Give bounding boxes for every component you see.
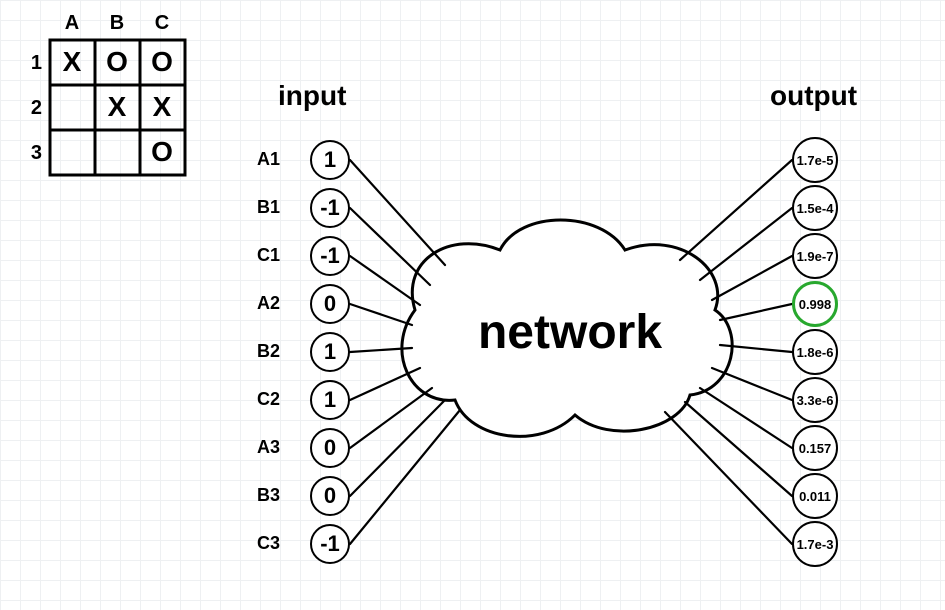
cell-B2: X <box>97 91 137 123</box>
output-value: 0.998 <box>799 297 832 312</box>
cell-A1: X <box>52 46 92 78</box>
output-node-2: 1.9e-7 <box>792 233 838 279</box>
input-value: 0 <box>324 483 336 509</box>
output-value: 0.011 <box>799 489 831 504</box>
input-label-A3: A3 <box>240 437 280 458</box>
cell-B1: O <box>97 46 137 78</box>
input-value: 0 <box>324 291 336 317</box>
input-label-B3: B3 <box>240 485 280 506</box>
input-node-A1: 1 <box>310 140 350 180</box>
input-label-A2: A2 <box>240 293 280 314</box>
output-value: 0.157 <box>799 441 832 456</box>
input-node-C1: -1 <box>310 236 350 276</box>
input-node-B3: 0 <box>310 476 350 516</box>
board-row-1: 1 <box>22 52 42 75</box>
input-label-B1: B1 <box>240 197 280 218</box>
input-label-C1: C1 <box>240 245 280 266</box>
diagram-stage: { "board": { "cols": ["A", "B", "C"], "r… <box>0 0 945 610</box>
output-node-6: 0.157 <box>792 425 838 471</box>
output-node-7: 0.011 <box>792 473 838 519</box>
input-value: 1 <box>324 147 336 173</box>
network-label: network <box>465 305 675 360</box>
input-label-B2: B2 <box>240 341 280 362</box>
board-col-B: B <box>97 12 137 35</box>
cell-C1: O <box>142 46 182 78</box>
output-value: 1.8e-6 <box>797 345 834 360</box>
board-col-C: C <box>142 12 182 35</box>
input-value: 1 <box>324 387 336 413</box>
output-node-5: 3.3e-6 <box>792 377 838 423</box>
board-col-A: A <box>52 12 92 35</box>
output-value: 1.9e-7 <box>797 249 834 264</box>
board-row-3: 3 <box>22 142 42 165</box>
cell-C3: O <box>142 136 182 168</box>
output-value: 1.5e-4 <box>797 201 834 216</box>
output-node-0: 1.7e-5 <box>792 137 838 183</box>
input-value: -1 <box>320 195 340 221</box>
input-label-A1: A1 <box>240 149 280 170</box>
output-node-4: 1.8e-6 <box>792 329 838 375</box>
input-node-C3: -1 <box>310 524 350 564</box>
input-value: 0 <box>324 435 336 461</box>
input-value: -1 <box>320 531 340 557</box>
input-node-A3: 0 <box>310 428 350 468</box>
input-label-C2: C2 <box>240 389 280 410</box>
input-heading: input <box>278 80 346 112</box>
output-value: 3.3e-6 <box>797 393 834 408</box>
output-heading: output <box>770 80 857 112</box>
output-value: 1.7e-3 <box>797 537 834 552</box>
output-node-1: 1.5e-4 <box>792 185 838 231</box>
input-node-B2: 1 <box>310 332 350 372</box>
output-value: 1.7e-5 <box>797 153 834 168</box>
output-node-3: 0.998 <box>792 281 838 327</box>
input-node-B1: -1 <box>310 188 350 228</box>
output-node-8: 1.7e-3 <box>792 521 838 567</box>
cell-C2: X <box>142 91 182 123</box>
input-value: 1 <box>324 339 336 365</box>
input-node-A2: 0 <box>310 284 350 324</box>
input-label-C3: C3 <box>240 533 280 554</box>
input-node-C2: 1 <box>310 380 350 420</box>
input-value: -1 <box>320 243 340 269</box>
board-row-2: 2 <box>22 97 42 120</box>
